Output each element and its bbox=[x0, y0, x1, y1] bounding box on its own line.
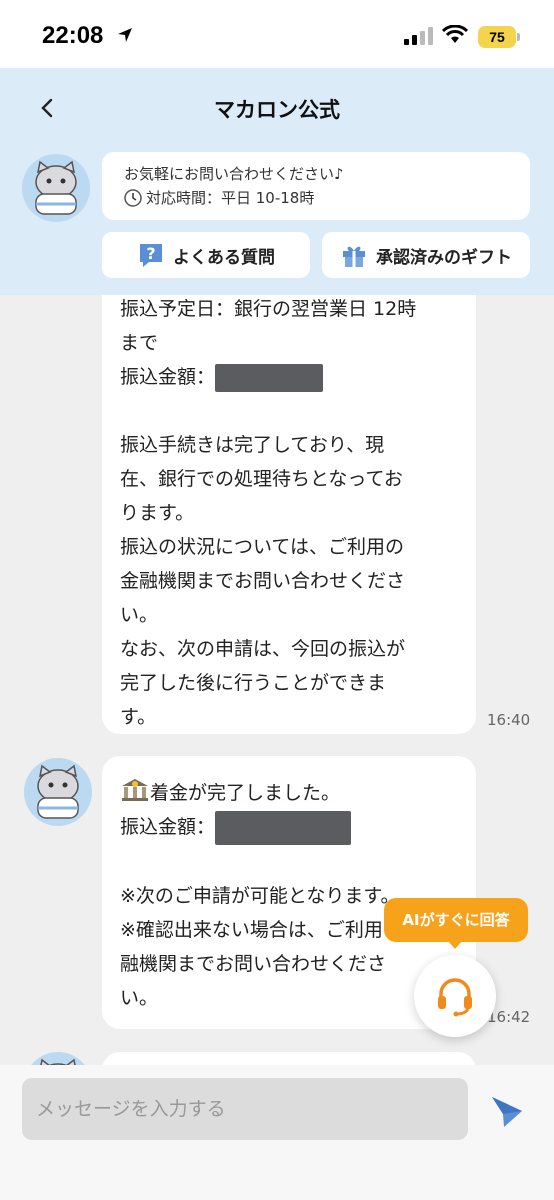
message-text: 金融機関までお問い合わせくださ bbox=[120, 570, 406, 592]
send-icon[interactable] bbox=[486, 1091, 526, 1131]
chat-header: マカロン公式 お気軽にお問い合わせください♪ 対応時間：平日 10-18時 ? … bbox=[0, 68, 554, 295]
support-button[interactable] bbox=[414, 955, 496, 1037]
clock-icon bbox=[124, 189, 142, 207]
page-title: マカロン公式 bbox=[214, 98, 340, 122]
notice-hours: 対応時間：平日 10-18時 bbox=[146, 189, 315, 207]
message-input[interactable] bbox=[22, 1078, 468, 1140]
wifi-icon bbox=[442, 25, 468, 43]
status-time: 22:08 bbox=[42, 22, 104, 49]
gift-icon bbox=[343, 246, 365, 267]
question-icon: ? bbox=[140, 244, 162, 267]
amount-label: 振込金額： bbox=[120, 366, 216, 388]
message-text: 振込手続きは完了しており、現 bbox=[120, 434, 385, 456]
message-time: 16:40 bbox=[487, 711, 531, 729]
message-bubble: 振込予定日：銀行の翌営業日 12時 まで 振込金額： 振込手続きは完了しており、… bbox=[102, 270, 476, 734]
bank-icon bbox=[122, 779, 148, 801]
message-time: 16:42 bbox=[487, 1008, 531, 1026]
battery-tip bbox=[517, 33, 520, 41]
cat-avatar-icon bbox=[37, 764, 79, 819]
amount-label: 振込金額： bbox=[120, 816, 216, 838]
message-text: 融機関までお問い合わせくださ bbox=[120, 952, 387, 975]
deposit-complete-text: 着金が完了しました。 bbox=[150, 782, 341, 804]
ai-answer-badge[interactable]: AIがすぐに回答 bbox=[384, 898, 528, 942]
message-text: 在、銀行での処理待ちとなってお bbox=[120, 468, 403, 490]
ai-badge-tail bbox=[447, 940, 463, 949]
notice-hours-row: 対応時間：平日 10-18時 bbox=[124, 186, 508, 210]
message-text: なお、次の申請は、今回の振込が bbox=[120, 638, 406, 660]
location-arrow-icon bbox=[118, 28, 132, 42]
message-text: 完了した後に行うことができま bbox=[120, 672, 387, 694]
notice-greeting: お気軽にお問い合わせください♪ bbox=[124, 165, 344, 183]
redacted-amount bbox=[215, 810, 352, 845]
message-text: 振込金額： bbox=[120, 810, 458, 845]
status-bar: 22:08 75 bbox=[0, 0, 554, 68]
faq-button[interactable]: ? よくある質問 bbox=[102, 232, 310, 278]
message-text: 振込金額： bbox=[120, 360, 458, 394]
gift-button[interactable]: 承認済みのギフト bbox=[322, 232, 530, 278]
svg-text:?: ? bbox=[146, 244, 155, 263]
message-text: い。 bbox=[120, 604, 159, 626]
cat-avatar-icon bbox=[35, 160, 77, 215]
message-text: い。 bbox=[120, 986, 159, 1009]
message-text: す。 bbox=[120, 706, 157, 728]
message-text: ります。 bbox=[120, 502, 195, 524]
redacted-amount bbox=[215, 363, 324, 392]
avatar bbox=[24, 758, 92, 826]
faq-label: よくある質問 bbox=[173, 247, 275, 268]
message-text: 振込予定日：銀行の翌営業日 12時 bbox=[120, 298, 417, 320]
notice-box: お気軽にお問い合わせください♪ 対応時間：平日 10-18時 bbox=[102, 152, 530, 220]
message-text: 着金が完了しました。 bbox=[120, 776, 458, 810]
message-text: まで bbox=[120, 332, 159, 354]
cellular-signal-icon bbox=[404, 27, 433, 45]
avatar bbox=[22, 154, 90, 222]
message-text: 振込の状況については、ご利用の bbox=[120, 536, 405, 558]
input-bar bbox=[0, 1065, 554, 1200]
battery-indicator: 75 bbox=[478, 26, 516, 48]
gift-label: 承認済みのギフト bbox=[376, 247, 512, 268]
headset-icon bbox=[438, 978, 472, 1017]
